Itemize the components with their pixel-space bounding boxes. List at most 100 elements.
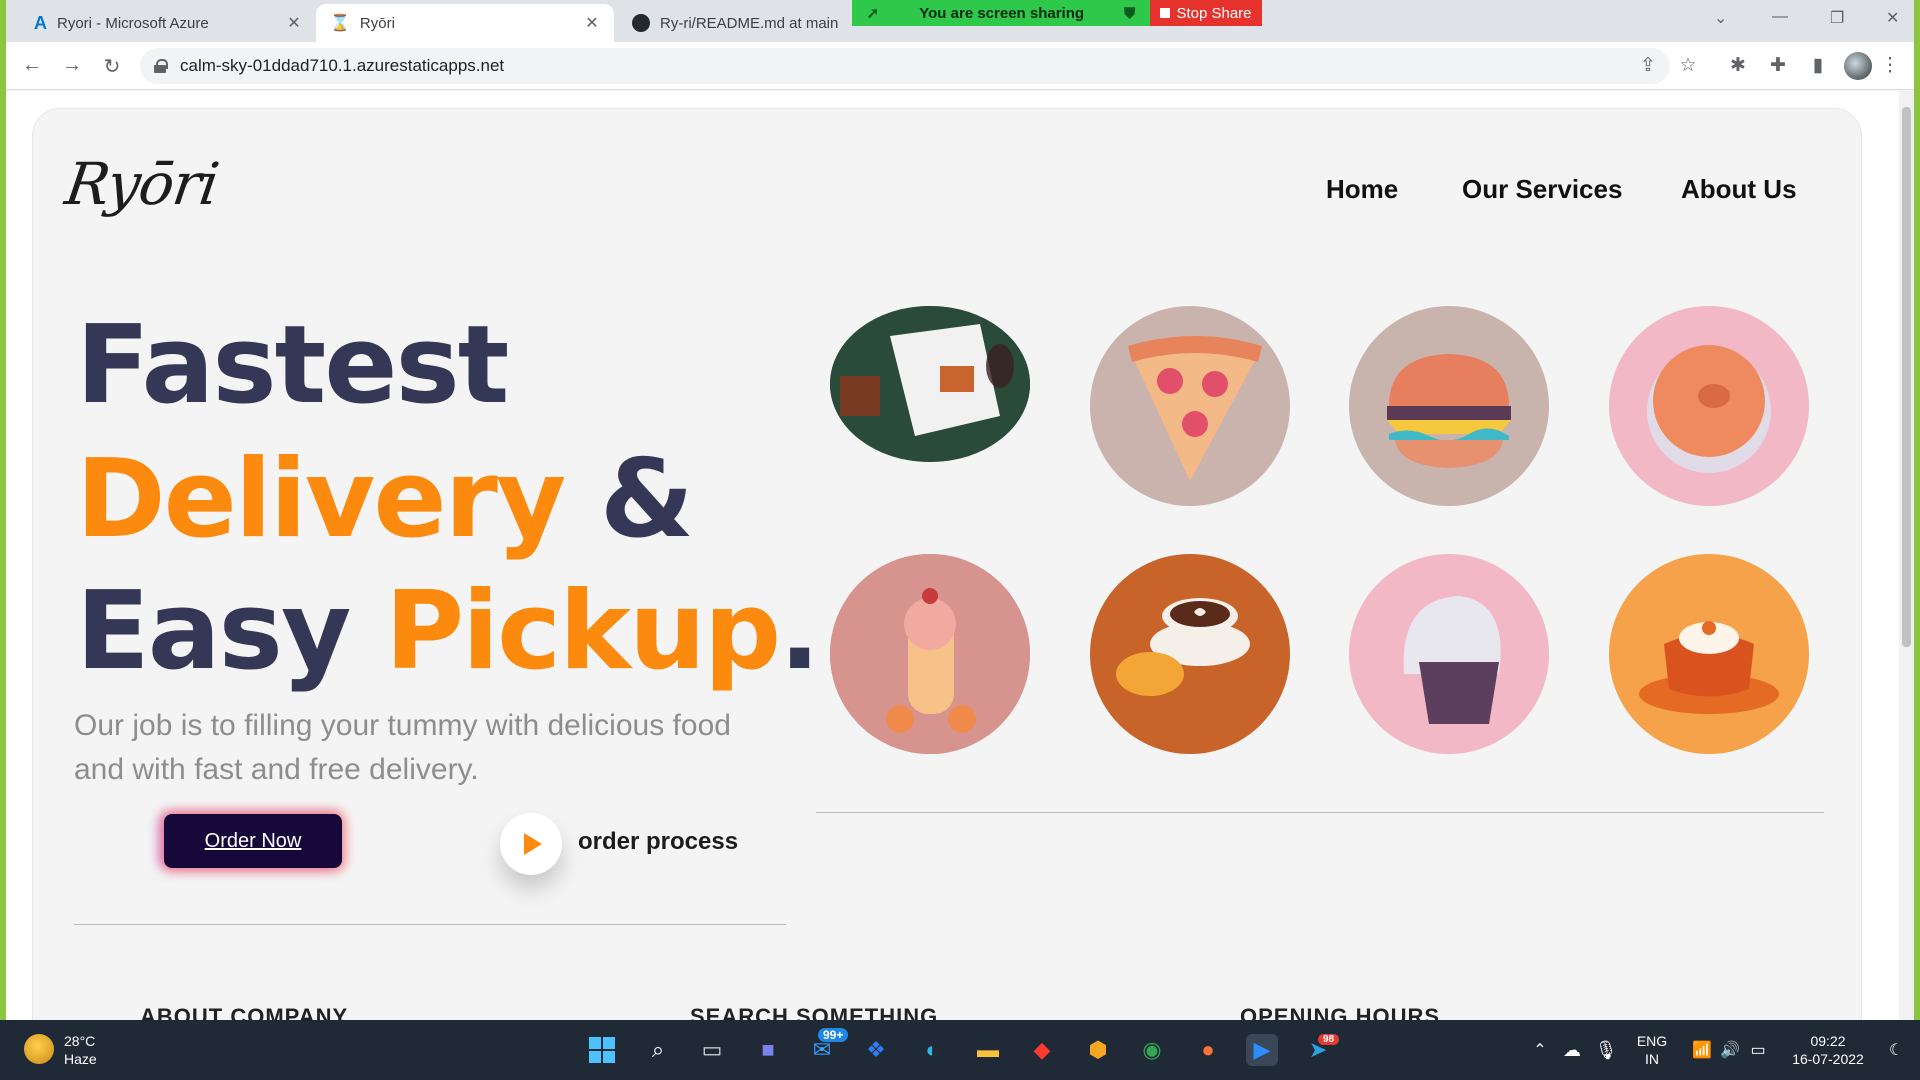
order-now-button[interactable]: Order Now — [164, 814, 342, 868]
extensions-puzzle-icon[interactable]: ✚ — [1766, 54, 1790, 77]
order-process-label[interactable]: order process — [578, 828, 738, 856]
azure-icon: A — [34, 12, 47, 33]
stop-icon — [1160, 8, 1171, 18]
ice-cream-illustration — [830, 554, 1030, 754]
tab-strip: A Ryori - Microsoft Azure ✕ ⌛ Ryōri ✕ Ry… — [6, 0, 1914, 42]
bug-extension-icon[interactable]: ✱ — [1726, 54, 1750, 77]
tab-ryori[interactable]: ⌛ Ryōri ✕ — [316, 4, 614, 42]
anydesk-icon[interactable]: ◆ — [1026, 1034, 1058, 1066]
tab-title: Ryōri — [359, 14, 395, 32]
show-hidden-icons-chevron-icon[interactable]: ⌃ — [1524, 1034, 1556, 1066]
clock-time: 09:22 — [1810, 1033, 1846, 1049]
clock-date: 16-07-2022 — [1792, 1051, 1864, 1067]
footer-headings-strip: ABOUT COMPANY SEARCH SOMETHING OPENING H… — [32, 1004, 1862, 1020]
stop-share-button[interactable]: Stop Share — [1150, 0, 1262, 26]
share-arrow-icon: ➚ — [866, 5, 880, 22]
site-logo[interactable]: Ryōri — [61, 150, 222, 218]
brave-icon[interactable]: ⬢ — [1082, 1034, 1114, 1066]
reload-icon[interactable]: ↻ — [100, 54, 124, 79]
close-window-icon[interactable]: ✕ — [1886, 8, 1899, 28]
play-button[interactable] — [500, 813, 562, 875]
hero-word-orange: Pickup — [384, 569, 781, 694]
close-tab-icon[interactable]: ✕ — [584, 13, 600, 33]
coffee-cup-icon[interactable] — [1090, 554, 1290, 754]
url-text: calm-sky-01ddad710.1.azurestaticapps.net — [180, 56, 505, 75]
language-indicator[interactable]: ENG IN — [1626, 1032, 1678, 1068]
weather-widget[interactable]: 28°C Haze — [64, 1032, 97, 1068]
browser-toolbar: ← → ↻ calm-sky-01ddad710.1.azurestaticap… — [6, 42, 1914, 90]
notification-moon-icon[interactable]: ☾ — [1880, 1034, 1912, 1066]
hero-word-orange: Delivery — [76, 437, 566, 562]
microphone-icon[interactable]: 🎙 — [1590, 1034, 1622, 1066]
github-icon — [632, 14, 650, 32]
windows-start-icon[interactable] — [586, 1034, 618, 1066]
file-explorer-icon[interactable]: ▬ — [972, 1034, 1004, 1066]
clock[interactable]: 09:22 16-07-2022 — [1780, 1032, 1876, 1068]
weather-desc: Haze — [64, 1051, 97, 1067]
burger-illustration — [1387, 354, 1511, 468]
stop-share-label: Stop Share — [1176, 4, 1252, 22]
rice-ball-icon[interactable] — [1349, 554, 1549, 754]
scrollbar-thumb[interactable] — [1902, 107, 1911, 647]
lang-top: ENG — [1636, 1033, 1668, 1049]
teams-chat-icon[interactable]: ■ — [752, 1034, 784, 1066]
firefox-icon[interactable]: ● — [1192, 1034, 1224, 1066]
hero-word: Fastest — [76, 303, 509, 428]
ice-cream-icon[interactable] — [830, 554, 1030, 754]
tab-github[interactable]: Ry-ri/README.md at main · ka — [618, 4, 854, 42]
dropbox-icon[interactable]: ❖ — [860, 1034, 892, 1066]
nav-home[interactable]: Home — [1326, 174, 1398, 205]
profile-avatar[interactable] — [1844, 52, 1872, 80]
share-page-icon[interactable]: ⇪ — [1636, 54, 1660, 77]
hero-dot: . — [779, 569, 820, 694]
menu-board-icon[interactable] — [830, 306, 1030, 462]
weather-temp: 28°C — [64, 1033, 96, 1049]
mail-badge: 99+ — [818, 1028, 849, 1042]
minimize-icon[interactable]: — — [1772, 8, 1788, 26]
rice-ball-illustration — [1403, 596, 1501, 724]
tab-title: Ry-ri/README.md at main · ka — [660, 14, 840, 32]
close-tab-icon[interactable]: ✕ — [286, 13, 302, 33]
weather-icon[interactable] — [24, 1034, 54, 1064]
menu-board-illustration — [830, 306, 1030, 462]
hero-word: Easy — [76, 569, 351, 694]
footer-search-something: SEARCH SOMETHING — [690, 1004, 939, 1020]
chrome-icon[interactable]: ◉ — [1136, 1034, 1168, 1066]
donut-illustration — [1647, 345, 1771, 473]
pizza-illustration — [1128, 336, 1262, 481]
edge-icon[interactable]: ◐ — [916, 1034, 948, 1066]
onedrive-cloud-icon[interactable]: ☁ — [1556, 1034, 1588, 1066]
hero-description: Our job is to filling your tummy with de… — [74, 704, 794, 792]
hero-line-2: Delivery & — [76, 446, 694, 554]
forward-icon[interactable]: → — [60, 54, 84, 77]
nav-about-us[interactable]: About Us — [1681, 174, 1797, 205]
bookmark-star-icon[interactable]: ☆ — [1676, 54, 1700, 77]
hero-line-3: Easy Pickup. — [76, 578, 820, 686]
shield-icon: ⛊ — [1124, 4, 1136, 22]
menu-kebab-icon[interactable]: ⋮ — [1878, 54, 1902, 77]
side-panel-icon[interactable]: ▮ — [1806, 54, 1830, 77]
nav-our-services[interactable]: Our Services — [1462, 174, 1622, 205]
donut-icon[interactable] — [1609, 306, 1809, 506]
battery-icon[interactable]: ▭ — [1742, 1034, 1774, 1066]
burger-icon[interactable] — [1349, 306, 1549, 506]
description-line: Our job is to filling your tummy with de… — [74, 709, 731, 742]
coffee-illustration — [1116, 598, 1250, 696]
play-icon — [524, 833, 542, 855]
restore-icon[interactable]: ❐ — [1830, 8, 1844, 28]
scrollbar[interactable] — [1899, 91, 1914, 1020]
address-bar[interactable]: calm-sky-01ddad710.1.azurestaticapps.net — [140, 48, 1670, 84]
tab-azure[interactable]: A Ryori - Microsoft Azure ✕ — [20, 4, 316, 42]
tab-search-icon[interactable]: ⌄ — [1714, 8, 1727, 28]
tab-title: Ryori - Microsoft Azure — [57, 14, 209, 32]
search-icon[interactable]: ⌕ — [642, 1034, 674, 1066]
pumpkin-illustration — [1639, 621, 1779, 714]
footer-about-company: ABOUT COMPANY — [140, 1004, 349, 1020]
task-view-icon[interactable]: ▭ — [696, 1034, 728, 1066]
screen-share-banner: ➚ You are screen sharing ⛊ — [852, 0, 1150, 26]
pumpkin-cake-icon[interactable] — [1609, 554, 1809, 754]
zoom-icon[interactable]: ▶ — [1246, 1034, 1278, 1066]
description-line: and with fast and free delivery. — [74, 753, 479, 786]
back-icon[interactable]: ← — [20, 54, 44, 77]
pizza-slice-icon[interactable] — [1090, 306, 1290, 506]
